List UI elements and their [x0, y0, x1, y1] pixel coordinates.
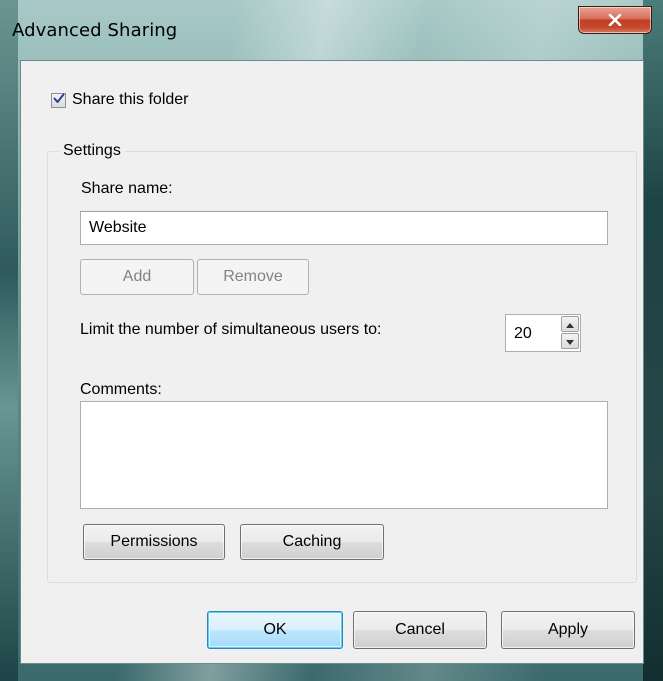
share-folder-checkbox[interactable] [51, 91, 66, 109]
spin-down-button[interactable] [561, 333, 579, 349]
add-button[interactable]: Add [80, 259, 194, 295]
dialog-client-area: Share this folder Settings Share name: A… [20, 60, 644, 664]
spin-up-button[interactable] [561, 316, 579, 332]
user-limit-stepper[interactable]: 20 [505, 314, 581, 352]
close-button[interactable] [578, 6, 652, 34]
apply-button[interactable]: Apply [501, 611, 635, 649]
settings-legend: Settings [59, 142, 125, 160]
close-icon [608, 14, 622, 26]
remove-button[interactable]: Remove [197, 259, 309, 295]
caching-button[interactable]: Caching [240, 524, 384, 560]
arrow-down-icon [566, 332, 574, 350]
share-folder-row[interactable]: Share this folder [51, 91, 189, 109]
user-limit-value[interactable]: 20 [514, 325, 532, 343]
ok-button[interactable]: OK [207, 611, 343, 649]
window-title: Advanced Sharing [12, 20, 178, 41]
permissions-button[interactable]: Permissions [83, 524, 225, 560]
share-name-label: Share name: [81, 180, 173, 197]
comments-label: Comments: [80, 381, 162, 398]
share-folder-label: Share this folder [72, 91, 189, 108]
cancel-button[interactable]: Cancel [353, 611, 487, 649]
checkmark-icon [53, 91, 65, 109]
arrow-up-icon [566, 315, 574, 333]
user-limit-label: Limit the number of simultaneous users t… [80, 321, 382, 338]
share-name-input[interactable] [80, 211, 608, 245]
comments-textarea[interactable] [80, 401, 608, 509]
